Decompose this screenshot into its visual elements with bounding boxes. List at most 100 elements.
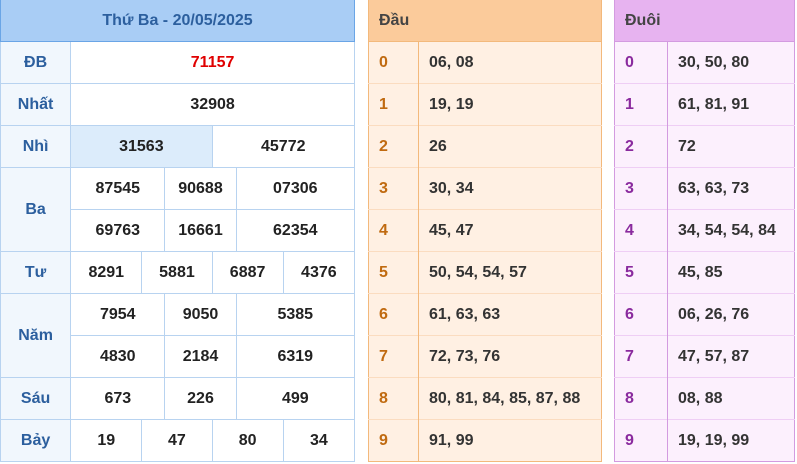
prize-label-tu: Tư xyxy=(0,251,72,294)
prize-number: 6887 xyxy=(211,251,284,294)
dau-row: 8 80, 81, 84, 85, 87, 88 xyxy=(368,377,602,420)
dau-values: 06, 08 xyxy=(418,41,602,84)
prize-row-ba: Ba 87545 90688 07306 xyxy=(0,167,356,252)
dau-key: 3 xyxy=(368,167,419,210)
dau-values: 19, 19 xyxy=(418,83,602,126)
prize-row-tu: Tư 8291 5881 6887 4376 xyxy=(0,251,356,294)
dau-header: Đầu xyxy=(368,0,602,42)
duoi-row: 5 45, 85 xyxy=(614,251,795,294)
duoi-key: 6 xyxy=(614,293,668,336)
prize-row-nhi: Nhì 31563 45772 xyxy=(0,125,356,168)
dau-row: 9 91, 99 xyxy=(368,419,602,462)
prize-row-nam: Năm 7954 9050 5385 xyxy=(0,293,356,378)
prize-number: 62354 xyxy=(235,209,356,252)
dau-row: 3 30, 34 xyxy=(368,167,602,210)
dau-key: 9 xyxy=(368,419,419,462)
results-table: Thứ Ba - 20/05/2025 ĐB 71157 Nhất 32908 … xyxy=(0,0,356,462)
prize-number: 87545 xyxy=(70,167,166,210)
prize-number: 4376 xyxy=(282,251,356,294)
dau-key: 8 xyxy=(368,377,419,420)
duoi-values: 08, 88 xyxy=(667,377,795,420)
dau-header-row: Đầu xyxy=(368,0,602,42)
prize-number: 31563 xyxy=(70,125,213,168)
duoi-values: 34, 54, 54, 84 xyxy=(667,209,795,252)
prize-label-nhat: Nhất xyxy=(0,83,72,126)
prize-number: 69763 xyxy=(70,209,166,252)
duoi-row: 9 19, 19, 99 xyxy=(614,419,795,462)
dau-values: 30, 34 xyxy=(418,167,602,210)
prize-number: 226 xyxy=(164,377,237,420)
dau-row: 4 45, 47 xyxy=(368,209,602,252)
prize-number: 6319 xyxy=(235,335,356,378)
dau-values: 80, 81, 84, 85, 87, 88 xyxy=(418,377,602,420)
dau-values: 72, 73, 76 xyxy=(418,335,602,378)
prize-number: 4830 xyxy=(70,335,166,378)
duoi-row: 6 06, 26, 76 xyxy=(614,293,795,336)
dau-values: 45, 47 xyxy=(418,209,602,252)
duoi-key: 7 xyxy=(614,335,668,378)
duoi-values: 47, 57, 87 xyxy=(667,335,795,378)
duoi-row: 1 61, 81, 91 xyxy=(614,83,795,126)
duoi-header: Đuôi xyxy=(614,0,795,42)
prize-row-db: ĐB 71157 xyxy=(0,41,355,84)
results-header-row: Thứ Ba - 20/05/2025 xyxy=(0,0,355,42)
dau-row: 2 26 xyxy=(368,125,602,168)
results-date-header: Thứ Ba - 20/05/2025 xyxy=(0,0,355,42)
prize-number: 47 xyxy=(141,419,213,462)
duoi-key: 2 xyxy=(614,125,668,168)
dau-values: 91, 99 xyxy=(418,419,602,462)
prize-label-ba: Ba xyxy=(0,167,72,252)
dau-row: 5 50, 54, 54, 57 xyxy=(368,251,602,294)
duoi-row: 7 47, 57, 87 xyxy=(614,335,795,378)
dau-key: 4 xyxy=(368,209,419,252)
prize-label-sau: Sáu xyxy=(0,377,72,420)
dau-key: 7 xyxy=(368,335,419,378)
dau-row: 1 19, 19 xyxy=(368,83,602,126)
prize-number: 34 xyxy=(282,419,356,462)
duoi-key: 4 xyxy=(614,209,668,252)
duoi-key: 5 xyxy=(614,251,668,294)
duoi-key: 1 xyxy=(614,83,668,126)
prize-number: 499 xyxy=(235,377,356,420)
prize-number: 07306 xyxy=(235,167,356,210)
prize-label-nhi: Nhì xyxy=(0,125,72,168)
prize-number: 2184 xyxy=(164,335,237,378)
prize-number: 80 xyxy=(211,419,284,462)
prize-number: 7954 xyxy=(70,293,166,336)
duoi-row: 2 72 xyxy=(614,125,795,168)
duoi-key: 3 xyxy=(614,167,668,210)
duoi-values: 63, 63, 73 xyxy=(667,167,795,210)
duoi-values: 72 xyxy=(667,125,795,168)
dau-values: 50, 54, 54, 57 xyxy=(418,251,602,294)
special-prize-number: 71157 xyxy=(70,41,355,84)
duoi-row: 8 08, 88 xyxy=(614,377,795,420)
duoi-values: 61, 81, 91 xyxy=(667,83,795,126)
duoi-key: 0 xyxy=(614,41,668,84)
duoi-row: 3 63, 63, 73 xyxy=(614,167,795,210)
prize-number: 45772 xyxy=(211,125,356,168)
prize-number: 19 xyxy=(70,419,143,462)
dau-key: 6 xyxy=(368,293,419,336)
prize-row-sau: Sáu 673 226 499 xyxy=(0,377,356,420)
prize-number: 9050 xyxy=(164,293,237,336)
duoi-key: 9 xyxy=(614,419,668,462)
duoi-row: 4 34, 54, 54, 84 xyxy=(614,209,795,252)
dau-key: 5 xyxy=(368,251,419,294)
duoi-header-row: Đuôi xyxy=(614,0,795,42)
prize-label-db: ĐB xyxy=(0,41,72,84)
dau-values: 26 xyxy=(418,125,602,168)
dau-row: 0 06, 08 xyxy=(368,41,602,84)
duoi-key: 8 xyxy=(614,377,668,420)
prize-number: 5881 xyxy=(141,251,213,294)
dau-key: 1 xyxy=(368,83,419,126)
duoi-values: 06, 26, 76 xyxy=(667,293,795,336)
dau-table: Đầu 0 06, 08 1 19, 19 2 26 3 30, 34 4 45, 47 … xyxy=(368,0,603,462)
prize-number: 5385 xyxy=(235,293,356,336)
prize-row-nhat: Nhất 32908 xyxy=(0,83,355,126)
duoi-row: 0 30, 50, 80 xyxy=(614,41,795,84)
prize-number: 32908 xyxy=(70,83,355,126)
prize-row-bay: Bảy 19 47 80 34 xyxy=(0,419,356,462)
prize-number: 90688 xyxy=(164,167,237,210)
duoi-table: Đuôi 0 30, 50, 80 1 61, 81, 91 2 72 3 63, 63… xyxy=(614,0,796,462)
prize-number: 16661 xyxy=(164,209,237,252)
